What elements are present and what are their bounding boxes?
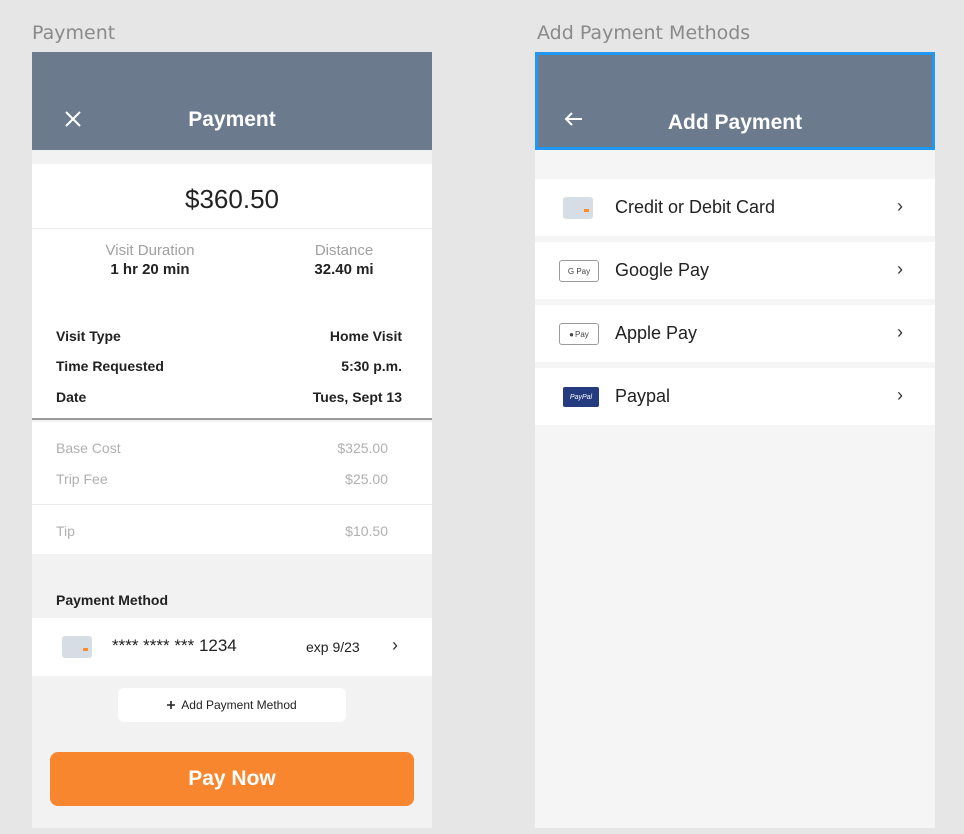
cost-value: $25.00 [345,471,388,487]
total-amount: $360.50 [185,184,279,214]
detail-row-visit-type: Visit Type Home Visit [56,328,402,344]
method-credit-card[interactable]: Credit or Debit Card › [535,179,935,236]
add-payment-method-button[interactable]: Add Payment Method [118,688,346,722]
paypal-icon: PayPal [563,387,599,407]
apple-glyph: ● [569,329,575,339]
cost-row-base: Base Cost $325.00 [56,440,388,456]
cost-value: $325.00 [337,440,388,456]
cost-row-tip: Tip $10.50 [56,523,388,539]
distance-label: Distance [314,242,374,259]
google-pay-icon: G Pay [559,260,599,282]
method-apple-pay[interactable]: ● Pay Apple Pay › [535,305,935,362]
add-payment-method-label: Add Payment Method [181,698,297,712]
page-title: Payment [188,108,276,131]
divider [32,228,432,229]
payment-screen: Payment $360.50 Visit Duration 1 hr 20 m… [32,52,432,828]
distance: Distance 32.40 mi [304,242,384,278]
detail-label: Visit Type [56,328,121,344]
card-expiry: exp 9/23 [306,639,360,655]
apple-pay-icon: ● Pay [559,323,599,345]
chevron-right-icon: › [897,385,903,405]
detail-value: 5:30 p.m. [341,358,402,374]
card-number: **** **** *** 1234 [112,636,237,655]
plus-icon [167,698,176,712]
cost-label: Trip Fee [56,471,108,487]
cost-label: Tip [56,523,75,539]
page-title: Add Payment [667,111,803,134]
detail-label: Date [56,389,87,405]
chevron-right-icon: › [897,196,903,216]
divider [32,504,432,505]
app-bar: Add Payment [535,52,935,150]
method-label: Paypal [615,386,671,406]
detail-value: Tues, Sept 13 [312,389,402,405]
detail-row-date: Date Tues, Sept 13 [56,389,402,405]
method-google-pay[interactable]: G Pay Google Pay › [535,242,935,299]
method-label: Credit or Debit Card [615,197,776,217]
app-bar: Payment [32,52,432,150]
detail-value: Home Visit [329,328,402,344]
pay-now-button[interactable]: Pay Now [50,752,414,806]
chevron-right-icon: › [897,259,903,279]
paypal-badge-text: PayPal [569,393,593,401]
cost-value: $10.50 [345,523,388,539]
method-label: Apple Pay [615,323,698,343]
detail-label: Time Requested [56,358,164,374]
artboard-label-add-payment: Add Payment Methods [537,22,751,44]
payment-method-heading: Payment Method [56,592,169,608]
credit-card-icon [62,636,92,658]
add-payment-screen: Add Payment Credit or Debit Card › G Pay… [535,52,935,828]
chevron-right-icon: › [897,322,903,342]
method-paypal[interactable]: PayPal Paypal › [535,368,935,425]
detail-row-time-requested: Time Requested 5:30 p.m. [56,358,402,374]
chevron-right-icon: › [392,635,398,655]
cost-label: Base Cost [56,440,121,456]
visit-duration-label: Visit Duration [105,242,195,259]
visit-duration-value: 1 hr 20 min [110,261,190,278]
artboard-label-payment: Payment [32,22,116,44]
method-label: Google Pay [615,260,710,280]
visit-details: Visit Type Home Visit Time Requested 5:3… [32,308,432,420]
selected-payment-method[interactable]: **** **** *** 1234 exp 9/23 › [32,618,432,676]
cost-breakdown: Base Cost $325.00 Trip Fee $25.00 Tip $1… [32,422,432,554]
credit-card-icon [563,197,593,219]
distance-value: 32.40 mi [314,261,374,278]
cost-row-trip-fee: Trip Fee $25.00 [56,471,388,487]
visit-duration: Visit Duration 1 hr 20 min [90,242,210,278]
apple-pay-badge-text: Pay [575,329,589,339]
google-pay-badge-text: G Pay [567,266,591,276]
